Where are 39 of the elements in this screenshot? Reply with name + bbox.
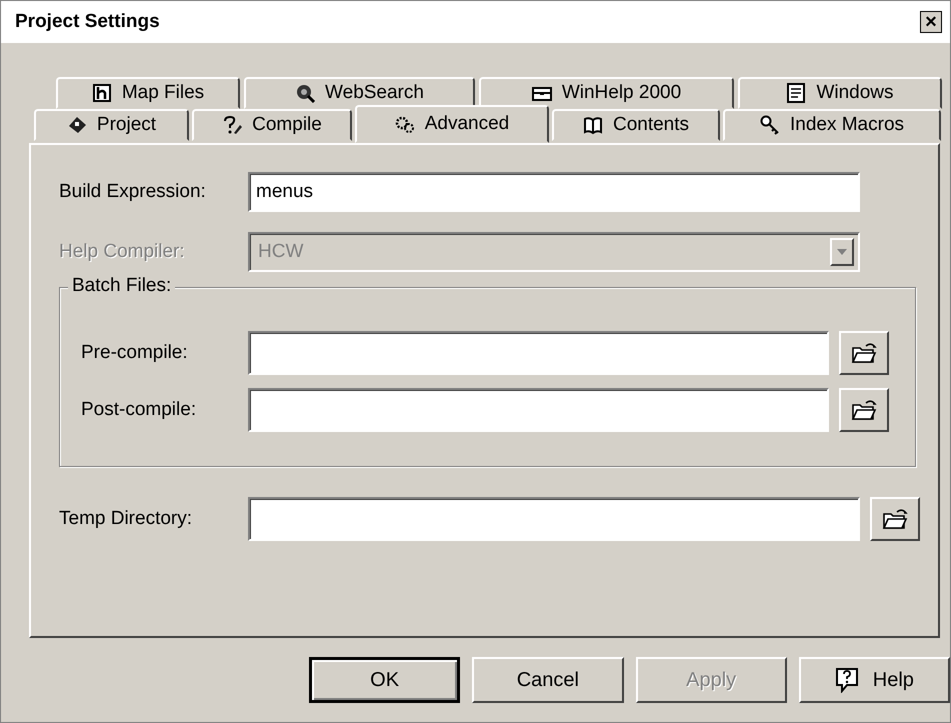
dialog-button[interactable]: OK [309,657,460,703]
tab-icon [295,83,316,103]
help-icon [834,667,859,693]
close-button[interactable]: × [920,11,942,33]
tab-icon [66,115,87,135]
tab[interactable]: Project [34,109,189,141]
tab[interactable]: Map Files [56,77,240,109]
input-field[interactable] [248,497,860,541]
dialog-button[interactable]: Cancel [472,657,624,703]
tab-icon [92,83,112,103]
tab-icon [394,114,415,134]
field-label: Pre-compile: [81,342,189,364]
folder-icon [851,342,877,364]
input-field[interactable] [248,331,829,375]
folder-icon [851,399,877,421]
field-label: Help Compiler: [59,241,186,263]
tab-icon [760,115,780,135]
tab[interactable]: Compile [192,109,352,141]
tab[interactable]: WinHelp 2000 [479,77,734,109]
field-label: Build Expression: [59,181,207,203]
tab[interactable]: Windows [738,77,942,109]
tab[interactable]: WebSearch [244,77,475,109]
input-field[interactable] [248,388,829,432]
tab[interactable]: Advanced [355,105,549,143]
tab[interactable]: Index Macros [723,109,941,141]
input-field[interactable]: menus [248,172,860,212]
browse-button[interactable] [839,331,889,375]
tab-icon [582,115,603,135]
browse-button[interactable] [839,388,889,432]
dropdown-arrow-icon [837,249,847,255]
tab-icon [786,83,806,103]
browse-button[interactable] [870,497,920,541]
tab-icon [222,115,242,135]
field-label: Post-compile: [81,399,198,421]
dialog-button[interactable]: Help [798,657,950,703]
field-label: Temp Directory: [59,508,194,530]
window-title: Project Settings [15,11,160,33]
folder-icon [882,508,908,530]
tab[interactable]: Contents [552,109,720,141]
